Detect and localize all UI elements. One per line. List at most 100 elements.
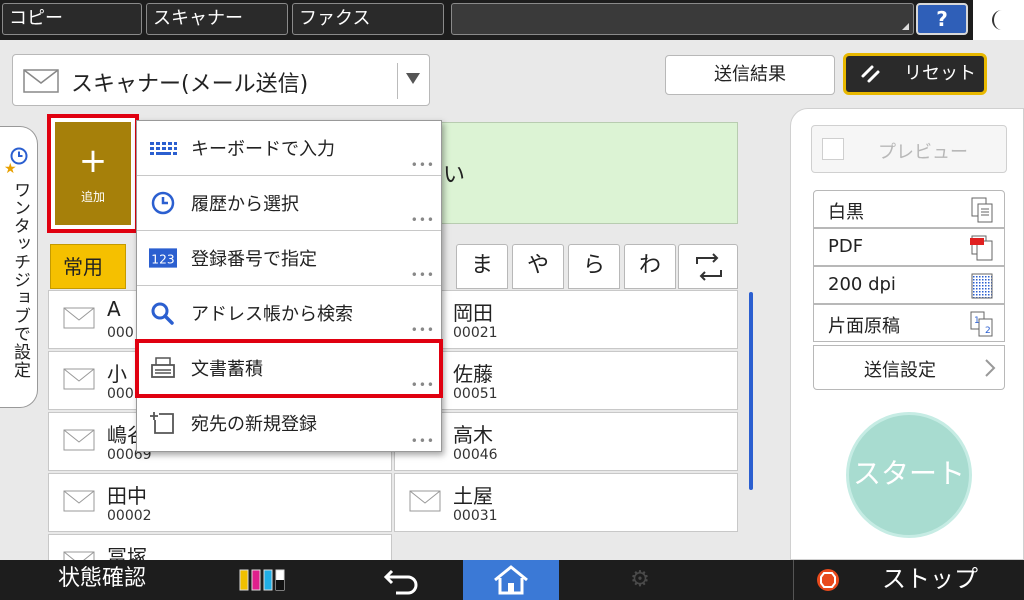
search-icon (151, 302, 174, 325)
entry-name: 田中 (107, 484, 147, 508)
svg-text:1: 1 (974, 316, 980, 326)
menu-item-document-store[interactable]: 文書蓄積 ••• (135, 339, 443, 398)
envelope-icon (63, 307, 95, 329)
menu-item-label: 履歴から選択 (191, 194, 299, 215)
menu-item-new-registration[interactable]: 宛先の新規登録 ••• (137, 396, 441, 451)
back-button[interactable] (342, 560, 462, 600)
send-settings-button[interactable]: 送信設定 (813, 345, 1005, 390)
address-entry[interactable]: 土屋 00031 (394, 473, 738, 532)
entry-name: 岡田 (453, 301, 493, 325)
reset-icon (861, 65, 880, 83)
moon-icon (991, 10, 1002, 30)
help-button[interactable]: ? (916, 3, 968, 35)
scan-mode-select[interactable]: スキャナー(メール送信) (12, 54, 430, 106)
entry-name: 冨塚 (107, 545, 147, 560)
entry-name: 佐藤 (453, 362, 493, 386)
more-icon: ••• (410, 213, 435, 227)
file-type-setting[interactable]: PDF (813, 228, 1005, 266)
entry-number: 000 (107, 325, 134, 341)
entry-number: 00031 (453, 508, 498, 524)
bottom-bar: 状態確認 ⚙ ストップ (0, 560, 1024, 600)
tab-ya[interactable]: や (512, 244, 564, 289)
reset-button[interactable]: リセット (843, 53, 987, 95)
tab-frequent[interactable]: 常用 (50, 244, 126, 289)
tab-fax[interactable]: ファクス (292, 3, 444, 35)
original-sides-setting[interactable]: 片面原稿 2 1 (813, 304, 1005, 342)
tab-scanner[interactable]: スキャナー (146, 3, 288, 35)
menu-item-label: 登録番号で指定 (191, 249, 317, 270)
status-message-field[interactable] (451, 3, 914, 35)
scan-mode-value: スキャナー(メール送信) (71, 72, 309, 97)
entry-number: 00046 (453, 447, 498, 463)
add-destination-menu: キーボードで入力 ••• 履歴から選択 ••• 123 登録番号で指定 ••• … (135, 120, 443, 452)
send-settings-label: 送信設定 (864, 360, 936, 381)
setting-label: PDF (828, 236, 864, 257)
menu-item-keyboard-input[interactable]: キーボードで入力 ••• (137, 121, 441, 176)
tab-copy[interactable]: コピー (2, 3, 142, 35)
envelope-icon (63, 490, 95, 512)
night-mode-button[interactable] (973, 0, 1024, 40)
envelope-icon (63, 551, 95, 560)
menu-item-registration-number[interactable]: 123 登録番号で指定 ••• (137, 231, 441, 286)
status-check-button[interactable]: 状態確認 (0, 560, 230, 600)
preview-button[interactable]: プレビュー (811, 125, 1007, 173)
start-button[interactable]: スタート (846, 412, 972, 538)
divider (397, 63, 398, 99)
one-touch-job-label: ワンタッチジョブで設定 (10, 181, 30, 379)
envelope-icon (409, 490, 441, 512)
chevron-right-icon (985, 359, 996, 377)
more-icon: ••• (410, 434, 435, 448)
setting-label: 片面原稿 (828, 316, 900, 337)
address-entry[interactable]: 高木 00046 (394, 412, 738, 471)
menu-item-label: 文書蓄積 (191, 359, 263, 380)
menu-item-label: 宛先の新規登録 (191, 414, 317, 435)
tab-ma[interactable]: ま (456, 244, 508, 289)
entry-number: 00021 (453, 325, 498, 341)
home-icon (494, 565, 528, 595)
address-entry[interactable]: 岡田 00021 (394, 290, 738, 349)
address-entry[interactable]: 田中 00002 (48, 473, 392, 532)
keyboard-icon (150, 142, 177, 155)
stop-button[interactable]: ストップ (793, 560, 1024, 600)
tab-wa[interactable]: わ (624, 244, 676, 289)
preview-label: プレビュー (878, 142, 968, 163)
pdf-icon (970, 235, 993, 261)
add-destination-button[interactable]: + 追加 (47, 114, 139, 233)
resolution-setting[interactable]: 200 dpi (813, 266, 1005, 304)
resolution-icon (971, 273, 993, 299)
envelope-icon (63, 429, 95, 451)
toner-icon (239, 569, 285, 591)
stop-icon (817, 569, 839, 591)
add-label: 追加 (80, 190, 105, 204)
preview-checkbox[interactable] (822, 138, 844, 160)
more-icon: ••• (410, 378, 435, 392)
svg-text:123: 123 (151, 252, 174, 266)
more-icon: ••• (410, 268, 435, 282)
expand-corner-icon (902, 23, 909, 30)
cycle-icon (696, 253, 722, 281)
tab-ra[interactable]: ら (568, 244, 620, 289)
address-entry[interactable]: 冨塚 (48, 534, 392, 560)
add-button-face: + 追加 (55, 122, 131, 225)
list-scrollbar[interactable] (749, 292, 753, 490)
top-bar: コピー スキャナー ファクス ? (0, 0, 1024, 40)
svg-text:2: 2 (985, 326, 991, 336)
color-mode-setting[interactable]: 白黒 (813, 190, 1005, 228)
home-button[interactable] (463, 560, 559, 600)
gear-icon: ⚙ (630, 567, 650, 592)
entry-number: 00002 (107, 508, 152, 524)
one-touch-job-tab[interactable]: ★ ワンタッチジョブで設定 (0, 126, 38, 408)
entry-number: 000 (107, 386, 134, 402)
send-result-button[interactable]: 送信結果 (665, 55, 835, 95)
address-entry[interactable]: 佐藤 00051 (394, 351, 738, 410)
tab-cycle[interactable] (678, 244, 738, 289)
envelope-icon (63, 368, 95, 390)
entry-number: 00051 (453, 386, 498, 402)
menu-item-history[interactable]: 履歴から選択 ••• (137, 176, 441, 231)
dropdown-arrow-icon[interactable] (406, 73, 420, 84)
entry-name: A (107, 297, 121, 321)
stop-label: ストップ (882, 565, 978, 593)
plus-icon: + (78, 141, 108, 181)
back-arrow-icon (383, 569, 418, 595)
menu-item-address-book-search[interactable]: アドレス帳から検索 ••• (137, 286, 441, 341)
